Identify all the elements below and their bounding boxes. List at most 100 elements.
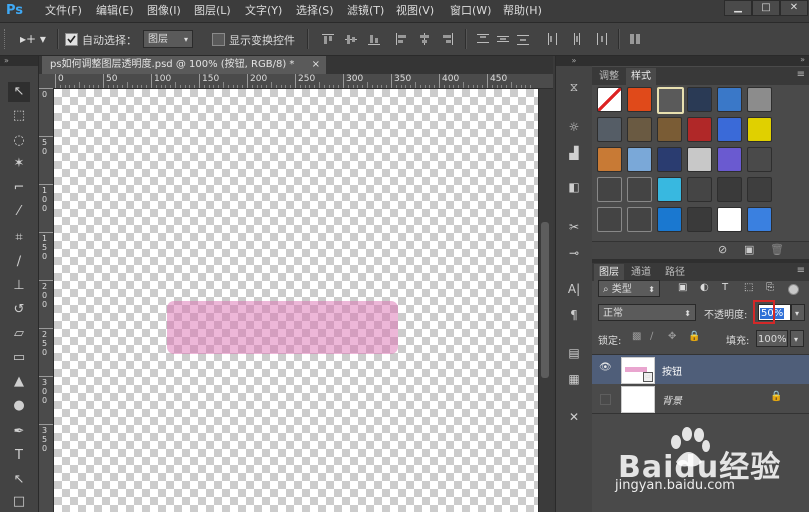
- style-swatch[interactable]: [657, 117, 682, 142]
- layer-row-background[interactable]: 背景 🔒: [592, 384, 809, 414]
- align-right-icon[interactable]: [440, 32, 454, 46]
- distribute-top-icon[interactable]: [476, 32, 490, 46]
- distribute-left-icon[interactable]: [546, 32, 560, 46]
- close-window-button[interactable]: ✕: [780, 0, 808, 16]
- history-panel-icon[interactable]: ⧖: [564, 78, 584, 96]
- style-swatch[interactable]: [717, 87, 742, 112]
- info-panel-icon[interactable]: ◧: [564, 178, 584, 196]
- panel-menu-icon[interactable]: ≡: [797, 69, 805, 80]
- style-swatch[interactable]: [597, 207, 622, 232]
- layer-row-button[interactable]: 👁 ▭ 按钮: [592, 354, 809, 385]
- style-swatch[interactable]: [657, 177, 682, 202]
- adjustments-panel-icon[interactable]: ☼: [564, 118, 584, 136]
- crop-tool-icon[interactable]: ⌐: [8, 178, 30, 198]
- menu-image[interactable]: 图像(I): [147, 3, 181, 19]
- auto-align-icon[interactable]: [628, 32, 642, 46]
- style-swatch[interactable]: [627, 177, 652, 202]
- tab-paths[interactable]: 路径: [660, 264, 690, 281]
- tab-layers[interactable]: 图层: [594, 264, 624, 281]
- eraser-tool-icon[interactable]: ▱: [8, 324, 30, 344]
- style-swatch[interactable]: [747, 207, 772, 232]
- style-swatch[interactable]: [627, 117, 652, 142]
- style-swatch[interactable]: [747, 147, 772, 172]
- opacity-slider-toggle[interactable]: ▾: [791, 304, 805, 321]
- lock-transparent-icon[interactable]: ▩: [632, 331, 641, 342]
- scrollbar-thumb[interactable]: [541, 222, 549, 378]
- tab-channels[interactable]: 通道: [626, 264, 656, 281]
- style-swatch[interactable]: [657, 87, 684, 114]
- style-swatch[interactable]: [597, 87, 622, 112]
- character-panel-icon[interactable]: A|: [564, 280, 584, 298]
- show-transform-checkbox[interactable]: [212, 33, 225, 46]
- menu-view[interactable]: 视图(V): [396, 3, 434, 19]
- healing-brush-icon[interactable]: ⌗: [8, 228, 30, 248]
- history-brush-icon[interactable]: ↺: [8, 300, 30, 320]
- vertical-ruler[interactable]: 0 5 0 1 0 0 1 5 0 2 0 0 2 5 0 3 0 0 3 5 0: [39, 88, 54, 512]
- style-swatch[interactable]: [687, 207, 712, 232]
- brush-tool-icon[interactable]: ∕: [8, 252, 30, 272]
- filter-toggle-icon[interactable]: [788, 284, 799, 295]
- lasso-tool-icon[interactable]: ◌: [8, 131, 30, 151]
- menu-select[interactable]: 选择(S): [296, 3, 334, 19]
- tool-presets-icon[interactable]: ✂: [564, 218, 584, 236]
- blend-mode-dropdown[interactable]: 正常 ⬍: [598, 304, 696, 321]
- move-tool-preset-icon[interactable]: ▸+ ▾: [20, 31, 50, 47]
- rectangle-tool-icon[interactable]: □: [8, 492, 30, 512]
- filter-pixel-icon[interactable]: ▣: [678, 282, 687, 293]
- menu-help[interactable]: 帮助(H): [503, 3, 542, 19]
- distribute-bottom-icon[interactable]: [516, 32, 530, 46]
- blur-tool-icon[interactable]: ▲: [8, 372, 30, 392]
- tab-adjustments[interactable]: 调整: [594, 68, 624, 85]
- clone-source-icon[interactable]: ▦: [564, 370, 584, 388]
- style-swatch[interactable]: [597, 177, 622, 202]
- distribute-hcenter-icon[interactable]: [570, 32, 584, 46]
- align-top-icon[interactable]: [321, 32, 335, 46]
- maximize-button[interactable]: □: [752, 0, 780, 16]
- style-swatch[interactable]: [597, 117, 622, 142]
- layer-name-background[interactable]: 背景: [662, 392, 682, 407]
- collapse-icon[interactable]: »: [556, 56, 592, 66]
- clone-stamp-icon[interactable]: ⊥: [8, 276, 30, 296]
- style-swatch[interactable]: [717, 177, 742, 202]
- horizontal-ruler[interactable]: 0 50 100 150 200 250 300 350 400 450: [39, 74, 553, 89]
- lock-all-icon[interactable]: 🔒: [688, 331, 700, 342]
- tab-styles[interactable]: 样式: [626, 68, 656, 85]
- path-select-icon[interactable]: ↖: [8, 470, 30, 490]
- fill-input[interactable]: 100%: [756, 330, 788, 347]
- eyedropper-tool-icon[interactable]: ⁄: [8, 202, 30, 222]
- fill-slider-toggle[interactable]: ▾: [790, 330, 804, 347]
- style-swatch[interactable]: [687, 147, 712, 172]
- align-left-icon[interactable]: [394, 32, 408, 46]
- style-swatch[interactable]: [747, 177, 772, 202]
- style-swatch[interactable]: [717, 207, 742, 232]
- document-tab[interactable]: ps如何调整图层透明度.psd @ 100% (按钮, RGB/8) * ×: [42, 56, 326, 74]
- style-swatch[interactable]: [687, 87, 712, 112]
- style-swatch[interactable]: [657, 207, 682, 232]
- style-swatch[interactable]: [747, 117, 772, 142]
- lock-position-icon[interactable]: ✥: [668, 331, 676, 342]
- delete-style-icon[interactable]: 🗑: [770, 243, 784, 256]
- button-layer-shape[interactable]: [167, 301, 398, 354]
- clear-style-icon[interactable]: ⊘: [718, 243, 727, 256]
- dodge-tool-icon[interactable]: ●: [8, 396, 30, 416]
- paragraph-panel-icon[interactable]: ¶: [564, 306, 584, 324]
- menu-type[interactable]: 文字(Y): [245, 3, 282, 19]
- menu-layer[interactable]: 图层(L): [194, 3, 231, 19]
- align-bottom-icon[interactable]: [367, 32, 381, 46]
- style-swatch[interactable]: [687, 177, 712, 202]
- notes-panel-icon[interactable]: ▤: [564, 344, 584, 362]
- panel-menu-icon[interactable]: ≡: [797, 265, 805, 276]
- pen-tool-icon[interactable]: ✒: [8, 422, 30, 442]
- style-swatch[interactable]: [597, 147, 622, 172]
- style-swatch[interactable]: [717, 117, 742, 142]
- filter-shape-icon[interactable]: ⬚: [744, 282, 753, 293]
- minimize-button[interactable]: ▁: [724, 0, 752, 16]
- visibility-toggle[interactable]: [600, 394, 611, 405]
- lock-image-icon[interactable]: ∕: [650, 331, 653, 342]
- align-hcenter-icon[interactable]: [417, 32, 431, 46]
- menu-window[interactable]: 窗口(W): [450, 3, 491, 19]
- menu-file[interactable]: 文件(F): [45, 3, 82, 19]
- style-swatch[interactable]: [747, 87, 772, 112]
- style-swatch[interactable]: [657, 147, 682, 172]
- eye-icon[interactable]: 👁: [599, 362, 612, 373]
